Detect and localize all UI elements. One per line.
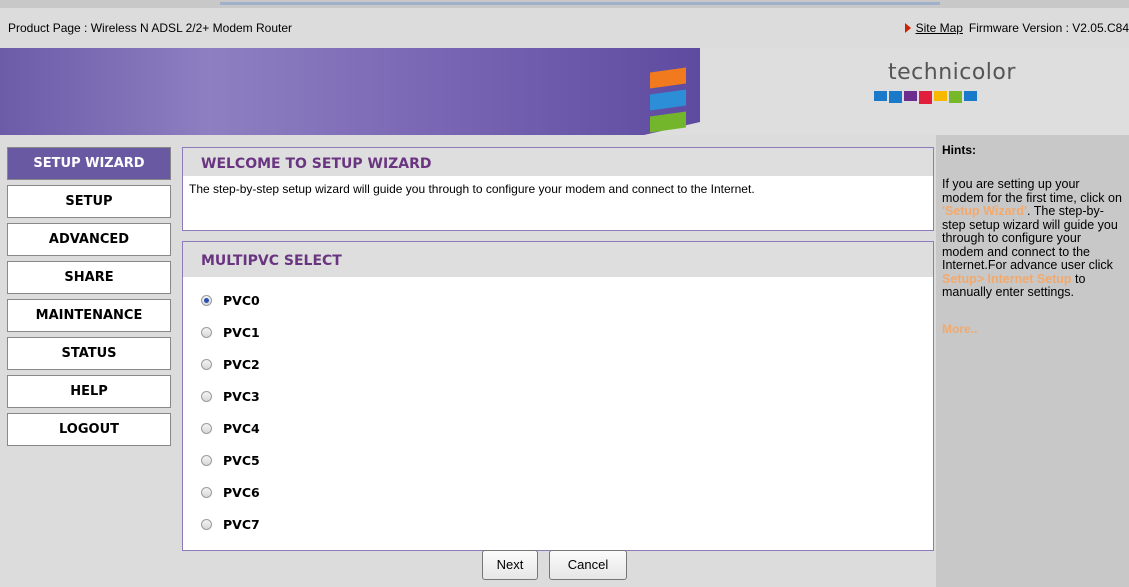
pvc-label: PVC5 <box>223 452 260 468</box>
hints-title: Hints: <box>942 143 976 157</box>
banner-gradient <box>0 48 700 135</box>
radio-button[interactable] <box>201 390 212 402</box>
hints-text-part: If you are setting up your modem for the… <box>942 177 1122 205</box>
main-content: WELCOME TO SETUP WIZARD The step-by-step… <box>180 135 936 587</box>
menu-setup-wizard[interactable]: SETUP WIZARD <box>7 147 171 180</box>
pvc-label: PVC0 <box>223 292 260 308</box>
top-line <box>0 0 1129 8</box>
radio-button[interactable] <box>201 422 212 434</box>
pvc-label: PVC1 <box>223 324 260 340</box>
pvc-option-5[interactable]: PVC5 <box>201 450 260 470</box>
pvc-option-0[interactable]: PVC0 <box>201 290 260 310</box>
product-page-label: Product Page : Wireless N ADSL 2/2+ Mode… <box>8 21 293 35</box>
menu-status[interactable]: STATUS <box>7 337 171 370</box>
cancel-button[interactable]: Cancel <box>549 550 627 580</box>
menu-logout[interactable]: LOGOUT <box>7 413 171 446</box>
color-stripes-graphic <box>650 67 690 134</box>
pvc-label: PVC7 <box>223 516 260 532</box>
menu-maintenance[interactable]: MAINTENANCE <box>7 299 171 332</box>
top-right-area: Site Map Firmware Version : V2.05.C84 <box>904 21 1129 35</box>
pvc-option-1[interactable]: PVC1 <box>201 322 260 342</box>
radio-button[interactable] <box>201 454 212 466</box>
radio-button[interactable] <box>201 358 212 370</box>
radio-button[interactable] <box>201 486 212 498</box>
welcome-box: WELCOME TO SETUP WIZARD The step-by-step… <box>182 147 934 231</box>
more-link[interactable]: More.. <box>942 322 1123 336</box>
hints-panel: Hints: If you are setting up your modem … <box>936 135 1129 587</box>
menu-help[interactable]: HELP <box>7 375 171 408</box>
hints-text: If you are setting up your modem for the… <box>942 177 1123 300</box>
radio-button[interactable] <box>201 326 212 338</box>
radio-button[interactable] <box>201 518 212 530</box>
pvc-option-4[interactable]: PVC4 <box>201 418 260 438</box>
firmware-version: Firmware Version : V2.05.C84 <box>968 21 1129 35</box>
sidebar: SETUP WIZARD SETUP ADVANCED SHARE MAINTE… <box>0 135 180 587</box>
technicolor-logo: technicolor <box>874 60 1048 104</box>
radio-button[interactable] <box>201 294 212 306</box>
welcome-text: The step-by-step setup wizard will guide… <box>189 182 755 196</box>
logo-text: technicolor <box>888 60 1016 85</box>
pvc-label: PVC2 <box>223 356 260 372</box>
top-info-bar: Product Page : Wireless N ADSL 2/2+ Mode… <box>0 12 1129 48</box>
pvc-option-7[interactable]: PVC7 <box>201 514 260 534</box>
logo-color-blocks <box>874 91 1048 104</box>
banner: technicolor <box>0 48 1129 135</box>
pvc-option-3[interactable]: PVC3 <box>201 386 260 406</box>
setup-wizard-hint-link[interactable]: 'Setup Wizard' <box>942 204 1027 218</box>
welcome-title: WELCOME TO SETUP WIZARD <box>183 148 933 176</box>
menu-share[interactable]: SHARE <box>7 261 171 294</box>
pvc-option-6[interactable]: PVC6 <box>201 482 260 502</box>
multipvc-box: MULTIPVC SELECT PVC0 PVC1 PVC2 PVC3 PVC4… <box>182 241 934 551</box>
internet-setup-hint-link[interactable]: Setup> Internet Setup <box>942 272 1072 286</box>
arrow-right-icon <box>904 23 911 33</box>
menu-setup[interactable]: SETUP <box>7 185 171 218</box>
pvc-label: PVC6 <box>223 484 260 500</box>
site-map-link[interactable]: Site Map <box>916 21 963 35</box>
pvc-label: PVC4 <box>223 420 260 436</box>
multipvc-title: MULTIPVC SELECT <box>183 242 933 277</box>
pvc-label: PVC3 <box>223 388 260 404</box>
menu-advanced[interactable]: ADVANCED <box>7 223 171 256</box>
pvc-option-2[interactable]: PVC2 <box>201 354 260 374</box>
next-button[interactable]: Next <box>482 550 538 580</box>
